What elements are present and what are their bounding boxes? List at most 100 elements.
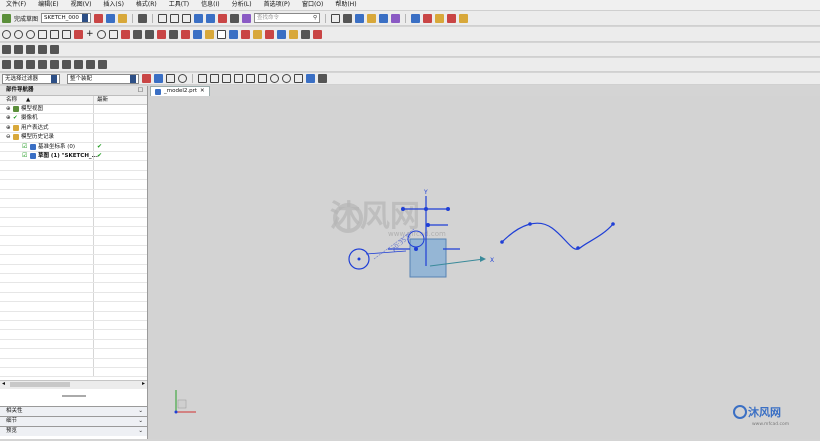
- snap-bounded-icon[interactable]: [306, 74, 315, 83]
- inferred-constraint-icon[interactable]: [288, 29, 298, 39]
- redo-icon[interactable]: [206, 13, 216, 23]
- sketch-name-select[interactable]: SKETCH_000: [41, 13, 92, 23]
- animate-dimension-icon[interactable]: [252, 29, 262, 39]
- snap-quadrant-icon[interactable]: [258, 74, 267, 83]
- spline-point[interactable]: [528, 222, 532, 226]
- layer-icon[interactable]: [379, 13, 389, 23]
- finish-sketch-label[interactable]: 完成草图: [14, 14, 38, 23]
- snap-control-icon[interactable]: [222, 74, 231, 83]
- blend-icon[interactable]: [62, 60, 71, 69]
- scrollbar-thumb[interactable]: [10, 382, 70, 387]
- spline-point[interactable]: [576, 246, 580, 250]
- sort-up-icon[interactable]: ▲: [26, 96, 30, 104]
- menu-file[interactable]: 文件(F): [0, 0, 32, 10]
- column-name[interactable]: 名称: [6, 96, 17, 104]
- point-plus-icon[interactable]: +: [86, 29, 94, 39]
- menu-insert[interactable]: 插入(S): [97, 0, 130, 10]
- tree-row-model-history[interactable]: ⊖ 模型历史记录: [0, 133, 147, 143]
- reattach-icon[interactable]: [106, 13, 116, 23]
- pattern-icon[interactable]: [2, 45, 11, 54]
- circle-icon[interactable]: [26, 29, 35, 39]
- boss-icon[interactable]: [50, 60, 59, 69]
- control-point[interactable]: [424, 207, 428, 211]
- dependencies-pane[interactable]: 相关性 ⌄: [0, 406, 147, 416]
- copy-icon[interactable]: [170, 13, 180, 23]
- render-style-icon[interactable]: [343, 13, 353, 23]
- snap-endpoint-icon[interactable]: [198, 74, 207, 83]
- menu-info[interactable]: 信息(I): [195, 0, 225, 10]
- expand-icon[interactable]: ⊕: [6, 124, 11, 132]
- show-constraints-icon[interactable]: [240, 29, 250, 39]
- snap-midpoint-icon[interactable]: [210, 74, 219, 83]
- replace-curve-icon[interactable]: [38, 45, 47, 54]
- alternate-solution-icon[interactable]: [276, 29, 286, 39]
- snap-pole-icon[interactable]: [318, 74, 327, 83]
- arc-three-point-icon[interactable]: [14, 29, 23, 39]
- control-point[interactable]: [426, 223, 430, 227]
- trim-icon[interactable]: [132, 29, 142, 39]
- grid-icon[interactable]: [331, 13, 341, 23]
- move-curve-icon[interactable]: [14, 45, 23, 54]
- snap-icon[interactable]: [423, 13, 433, 23]
- menu-preferences[interactable]: 首选项(P): [258, 0, 296, 10]
- convert-reference-icon[interactable]: [264, 29, 274, 39]
- type-filter-select[interactable]: 无选择过滤器: [2, 73, 60, 84]
- revolve-icon[interactable]: [14, 60, 23, 69]
- snap-intersection-icon[interactable]: [234, 74, 243, 83]
- menu-format[interactable]: 格式(R): [130, 0, 163, 10]
- menu-window[interactable]: 窗口(O): [296, 0, 329, 10]
- hole-icon[interactable]: [38, 60, 47, 69]
- control-point[interactable]: [446, 207, 450, 211]
- menu-view[interactable]: 视图(V): [65, 0, 98, 10]
- edit-icon[interactable]: [459, 13, 469, 23]
- expand-icon[interactable]: ⊕: [6, 105, 11, 113]
- arc-icon[interactable]: [2, 29, 11, 39]
- sketch-canvas[interactable]: 沐风网 www.mfcad.com X Y p0:35.0 沐风网 www.mf…: [148, 96, 820, 439]
- circle-center-point[interactable]: [357, 257, 361, 261]
- offset-move-icon[interactable]: [26, 45, 35, 54]
- display-mode-icon[interactable]: [230, 13, 240, 23]
- shell-icon[interactable]: [74, 60, 83, 69]
- tree-row-sketch[interactable]: ☑ 草图 (1) "SKETCH_... ✔: [0, 151, 147, 162]
- cut-icon[interactable]: [158, 13, 168, 23]
- close-icon[interactable]: ✕: [200, 87, 205, 96]
- trim-body-icon[interactable]: [98, 60, 107, 69]
- control-point[interactable]: [401, 207, 405, 211]
- rectangle-icon[interactable]: [62, 29, 71, 39]
- orient-view-icon[interactable]: [94, 13, 104, 23]
- tree-row-cameras[interactable]: ⊕ ✔ 摄像机: [0, 114, 147, 124]
- spline-point[interactable]: [500, 240, 504, 244]
- ellipse-icon[interactable]: [96, 29, 106, 39]
- studio-spline[interactable]: [501, 222, 614, 250]
- repeat-command-icon[interactable]: [242, 13, 252, 23]
- spline-point[interactable]: [611, 222, 615, 226]
- horizontal-scrollbar[interactable]: ◂ ▸: [0, 380, 147, 389]
- polygon-icon[interactable]: [108, 29, 118, 39]
- filter-settings-icon[interactable]: [142, 74, 151, 83]
- auto-constraint-icon[interactable]: [228, 29, 238, 39]
- cube-view-icon[interactable]: [355, 13, 365, 23]
- menu-analysis[interactable]: 分析(L): [226, 0, 258, 10]
- sweep-icon[interactable]: [26, 60, 35, 69]
- rectangle-select-icon[interactable]: [166, 74, 175, 83]
- command-search-input[interactable]: 查找命令 ⚲: [254, 13, 321, 23]
- fast-dimension-icon[interactable]: [204, 29, 214, 39]
- checkbox-icon[interactable]: ☑: [22, 152, 27, 160]
- select-all-icon[interactable]: [154, 74, 163, 83]
- wcs-icon[interactable]: [411, 13, 421, 23]
- create-dimension-icon[interactable]: [300, 29, 310, 39]
- snap-existing-point-icon[interactable]: [270, 74, 279, 83]
- paste-icon[interactable]: [182, 13, 192, 23]
- studio-spline-icon[interactable]: [74, 29, 83, 39]
- collapse-icon[interactable]: ⊖: [6, 133, 11, 141]
- visibility-icon[interactable]: [391, 13, 401, 23]
- scroll-left-icon[interactable]: ◂: [2, 380, 5, 387]
- maximize-icon[interactable]: □: [138, 86, 143, 95]
- snap-on-curve-icon[interactable]: [282, 74, 291, 83]
- finish-sketch-icon[interactable]: [2, 13, 11, 23]
- lasso-select-icon[interactable]: [178, 74, 187, 83]
- offset-curve-icon[interactable]: [120, 29, 130, 39]
- extend-icon[interactable]: [144, 29, 154, 39]
- selection-scope-select[interactable]: 整个装配: [67, 73, 139, 84]
- update-model-icon[interactable]: [118, 13, 128, 23]
